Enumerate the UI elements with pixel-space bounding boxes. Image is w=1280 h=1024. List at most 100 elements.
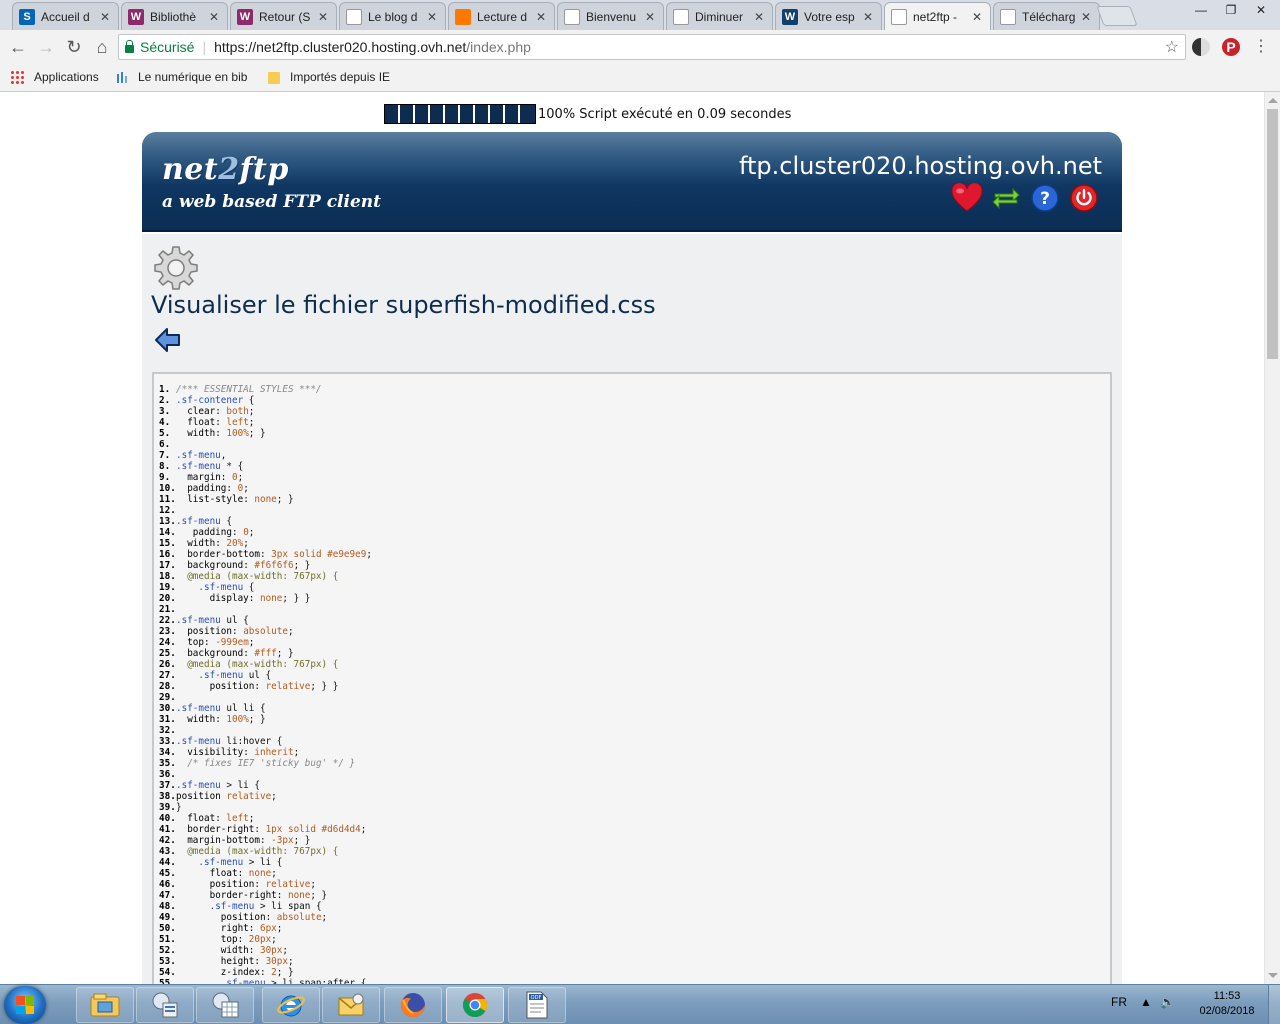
scroll-down-icon[interactable] — [1268, 973, 1278, 978]
bookmark-applications[interactable]: Applications — [10, 70, 99, 84]
close-window-icon[interactable]: ✕ — [1246, 0, 1276, 20]
line-number: 6. — [159, 439, 171, 450]
code-line: 1. /*** ESSENTIAL STYLES ***/ — [159, 384, 1110, 395]
language-indicator[interactable]: FR — [1111, 995, 1127, 1009]
home-icon[interactable]: ⌂ — [90, 36, 114, 58]
code-line: 28. position: relative; } } — [159, 681, 1110, 692]
address-bar[interactable]: Sécurisé | https://net2ftp.cluster020.ho… — [118, 34, 1186, 60]
line-number: 30. — [159, 703, 176, 714]
scroll-up-icon[interactable] — [1268, 98, 1278, 103]
line-number: 17. — [159, 560, 176, 571]
page-scrollbar[interactable] — [1264, 92, 1280, 984]
help-icon[interactable]: ? — [1029, 182, 1061, 214]
progress-segment — [415, 105, 430, 123]
tab-label: Bibliothè — [150, 9, 197, 24]
close-tab-icon[interactable]: ✕ — [972, 10, 984, 24]
line-number: 54. — [159, 967, 176, 978]
scroll-thumb[interactable] — [1267, 109, 1278, 359]
extension-contrast-icon[interactable] — [1192, 38, 1210, 56]
back-arrow-icon[interactable]: ← — [6, 36, 30, 58]
close-tab-icon[interactable]: ✕ — [863, 10, 875, 24]
show-desktop-button[interactable] — [1268, 985, 1280, 1024]
chrome-icon[interactable] — [446, 987, 504, 1023]
line-text: width: 100%; } — [187, 428, 266, 439]
explorer-icon[interactable] — [76, 987, 134, 1023]
tab-7[interactable]: Diminuer ✕ — [666, 2, 773, 30]
line-text: margin-bottom: -3px; } — [187, 835, 311, 846]
odf-icon[interactable]: ODF — [508, 987, 566, 1023]
firefox-icon[interactable] — [384, 987, 442, 1023]
tab-10[interactable]: Télécharg ✕ — [993, 2, 1100, 30]
start-button[interactable] — [4, 986, 46, 1024]
spreadsheet-icon[interactable] — [196, 987, 254, 1023]
page-icon — [346, 8, 362, 25]
net2ftp-logo: net2ftp — [162, 152, 289, 187]
progress-indicator: 100% Script exécuté en 0.09 secondes — [384, 104, 791, 124]
tab-6[interactable]: Bienvenu ✕ — [557, 2, 664, 30]
menu-kebab-icon[interactable]: ⋮ — [1252, 38, 1270, 56]
system-clock[interactable]: 11:53 02/08/2018 — [1192, 989, 1262, 1019]
minimize-icon[interactable]: — — [1186, 0, 1216, 20]
line-text: position: relative; } } — [209, 681, 339, 692]
new-tab-button[interactable] — [1096, 6, 1138, 26]
line-text: .sf-menu > li span { — [209, 901, 322, 912]
tab-4[interactable]: Le blog d ✕ — [339, 2, 446, 30]
logo-part: 2 — [218, 152, 240, 187]
close-tab-icon[interactable]: ✕ — [427, 10, 439, 24]
tray-expand-icon[interactable]: ▲ — [1140, 995, 1152, 1009]
progress-segment — [430, 105, 445, 123]
tab-8[interactable]: W Votre esp ✕ — [775, 2, 882, 30]
heart-icon[interactable] — [951, 182, 983, 214]
pinterest-icon[interactable]: P — [1222, 38, 1240, 56]
tab-2[interactable]: W Bibliothè ✕ — [121, 2, 228, 30]
code-line: 6. — [159, 439, 1110, 450]
ie-icon[interactable] — [262, 987, 320, 1023]
progress-text: 100% Script exécuté en 0.09 secondes — [538, 106, 792, 122]
bookmark-star-icon[interactable]: ☆ — [1165, 37, 1179, 57]
line-number: 21. — [159, 604, 176, 615]
close-tab-icon[interactable]: ✕ — [318, 10, 330, 24]
progress-segment — [520, 105, 535, 123]
bookmark-numerique[interactable]: Le numérique en bib — [116, 70, 247, 84]
code-line: 13. .sf-menu { — [159, 516, 1110, 527]
line-number: 47. — [159, 890, 176, 901]
line-number: 37. — [159, 780, 176, 791]
mail-icon[interactable] — [322, 987, 380, 1023]
refresh-icon[interactable] — [990, 182, 1022, 214]
close-tab-icon[interactable]: ✕ — [536, 10, 548, 24]
code-line: 3. clear: both; — [159, 406, 1110, 417]
ftp-host: ftp.cluster020.hosting.ovh.net — [738, 152, 1102, 180]
close-tab-icon[interactable]: ✕ — [754, 10, 766, 24]
back-arrow-icon[interactable] — [154, 326, 182, 354]
close-tab-icon[interactable]: ✕ — [645, 10, 657, 24]
restore-icon[interactable]: ❐ — [1216, 0, 1246, 20]
power-icon[interactable] — [1068, 182, 1100, 214]
bookmark-imported-ie[interactable]: Importés depuis IE — [268, 70, 390, 84]
forward-arrow-icon[interactable]: → — [34, 36, 58, 58]
line-number: 5. — [159, 428, 171, 439]
line-number: 45. — [159, 868, 176, 879]
code-line: 39.} — [159, 802, 1110, 813]
line-number: 1. — [159, 384, 171, 395]
clock-time: 11:53 — [1213, 990, 1241, 1002]
close-tab-icon[interactable]: ✕ — [1081, 10, 1093, 24]
network-icon[interactable] — [136, 987, 194, 1023]
tab-5[interactable]: Lecture d ✕ — [448, 2, 555, 30]
line-number: 19. — [159, 582, 176, 593]
close-tab-icon[interactable]: ✕ — [100, 10, 112, 24]
tab-label: Votre esp — [804, 9, 855, 24]
reload-icon[interactable]: ↻ — [62, 36, 86, 58]
volume-icon[interactable]: 🔈 — [1160, 995, 1175, 1009]
line-number: 35. — [159, 758, 176, 769]
tab-1[interactable]: S Accueil d ✕ — [12, 2, 119, 30]
code-line: 4. float: left; — [159, 417, 1110, 428]
code-line: 53. height: 30px; — [159, 956, 1110, 967]
close-tab-icon[interactable]: ✕ — [209, 10, 221, 24]
tab-9[interactable]: net2ftp - ✕ — [884, 2, 991, 30]
tab-3[interactable]: W Retour (S ✕ — [230, 2, 337, 30]
file-content-viewer[interactable]: 1. /*** ESSENTIAL STYLES ***/ 2. .sf-conten… — [152, 372, 1112, 984]
bookmark-label: Applications — [34, 70, 99, 84]
site-icon — [564, 8, 580, 25]
line-text: float: none; — [209, 868, 277, 879]
orange-icon — [455, 8, 471, 25]
